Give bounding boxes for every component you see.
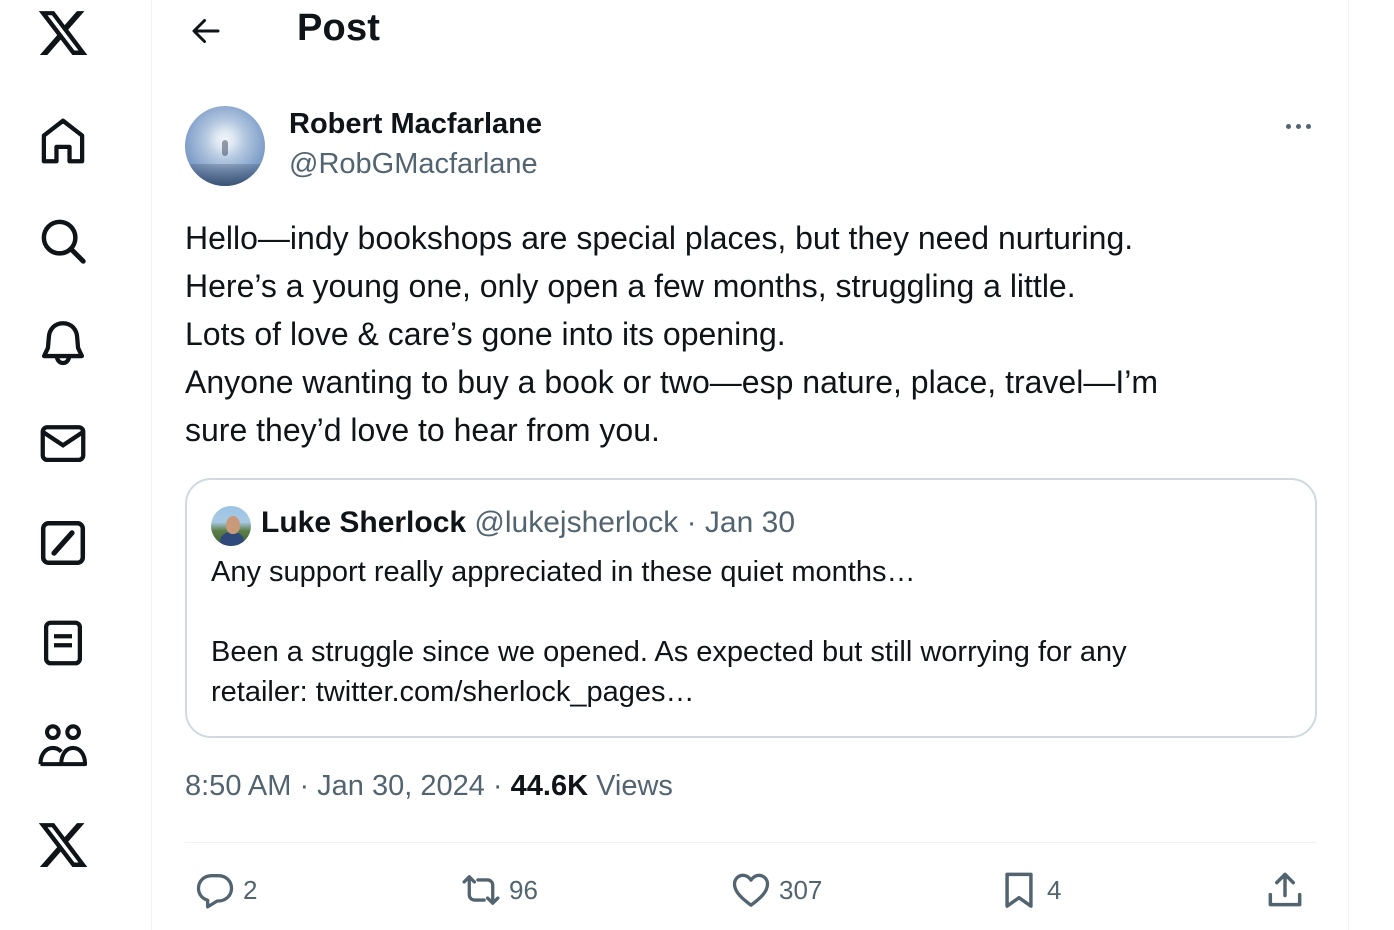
quoted-tweet-text: Any support really appreciated in these … (211, 552, 1291, 712)
views-count: 44.6K (510, 770, 589, 802)
tweet-line: sure they’d love to hear from you. (185, 412, 660, 448)
tweet-line: Lots of love & care’s gone into its open… (185, 316, 786, 352)
quoted-tweet-header: Luke Sherlock @lukejsherlock · Jan 30 (261, 506, 795, 540)
quoted-line: Any support really appreciated in these … (211, 556, 916, 588)
author-avatar[interactable] (185, 106, 265, 186)
author-handle[interactable]: @RobGMacfarlane (289, 148, 538, 181)
tweet-line: Here’s a young one, only open a few mont… (185, 268, 1076, 304)
bookmark-count: 4 (1047, 874, 1062, 905)
divider (185, 842, 1317, 843)
reply-button[interactable]: 2 (193, 862, 257, 918)
quoted-author-meta: @lukejsherlock · Jan 30 (466, 506, 796, 539)
home-icon[interactable] (34, 112, 92, 170)
quoted-line (211, 592, 1291, 632)
quoted-author-name[interactable]: Luke Sherlock (261, 506, 466, 539)
quoted-line[interactable]: retailer: twitter.com/sherlock_pages… (211, 672, 1291, 712)
repost-count: 96 (509, 874, 538, 905)
more-dots-icon (1285, 123, 1291, 129)
author-name[interactable]: Robert Macfarlane (289, 108, 542, 141)
timestamp-text[interactable]: 8:50 AM · Jan 30, 2024 · (185, 770, 511, 802)
communities-icon[interactable] (34, 716, 92, 774)
like-count: 307 (779, 874, 823, 905)
back-button[interactable] (183, 8, 229, 54)
bookmark-button[interactable]: 4 (997, 862, 1061, 918)
tweet-line: Anyone wanting to buy a book or two—esp … (185, 364, 1158, 400)
repost-icon (462, 875, 500, 905)
views-label: Views (588, 770, 673, 802)
premium-x-icon[interactable] (34, 816, 92, 874)
share-upload-icon (1268, 872, 1302, 907)
quoted-author-avatar[interactable] (211, 506, 251, 546)
reply-bubble-icon (196, 874, 234, 909)
tweet-line: Hello—indy bookshops are special places,… (185, 220, 1134, 256)
repost-button[interactable]: 96 (459, 862, 538, 918)
quoted-tweet-card[interactable]: Luke Sherlock @lukejsherlock · Jan 30 An… (185, 478, 1317, 738)
bookmark-icon (1005, 872, 1033, 908)
like-button[interactable]: 307 (729, 862, 822, 918)
post-column: Post Robert Macfarlane @RobGMacfarlane H… (153, 0, 1349, 930)
search-icon[interactable] (34, 212, 92, 270)
reply-count: 2 (243, 874, 258, 905)
quoted-line: Been a struggle since we opened. As expe… (211, 636, 1127, 668)
post-header: Post (153, 0, 1348, 60)
share-button[interactable] (1263, 862, 1313, 918)
heart-icon (732, 873, 770, 907)
x-logo-icon[interactable] (34, 4, 92, 62)
messages-envelope-icon[interactable] (34, 414, 92, 472)
tweet-timestamp: 8:50 AM · Jan 30, 2024 · 44.6K Views (185, 770, 673, 803)
notifications-bell-icon[interactable] (34, 314, 92, 372)
arrow-left-icon (192, 19, 220, 43)
left-nav (0, 0, 152, 930)
tweet-text: Hello—indy bookshops are special places,… (185, 214, 1315, 454)
grok-icon[interactable] (34, 514, 92, 572)
more-options-button[interactable] (1273, 108, 1323, 144)
page-title: Post (297, 7, 381, 49)
lists-icon[interactable] (34, 614, 92, 672)
